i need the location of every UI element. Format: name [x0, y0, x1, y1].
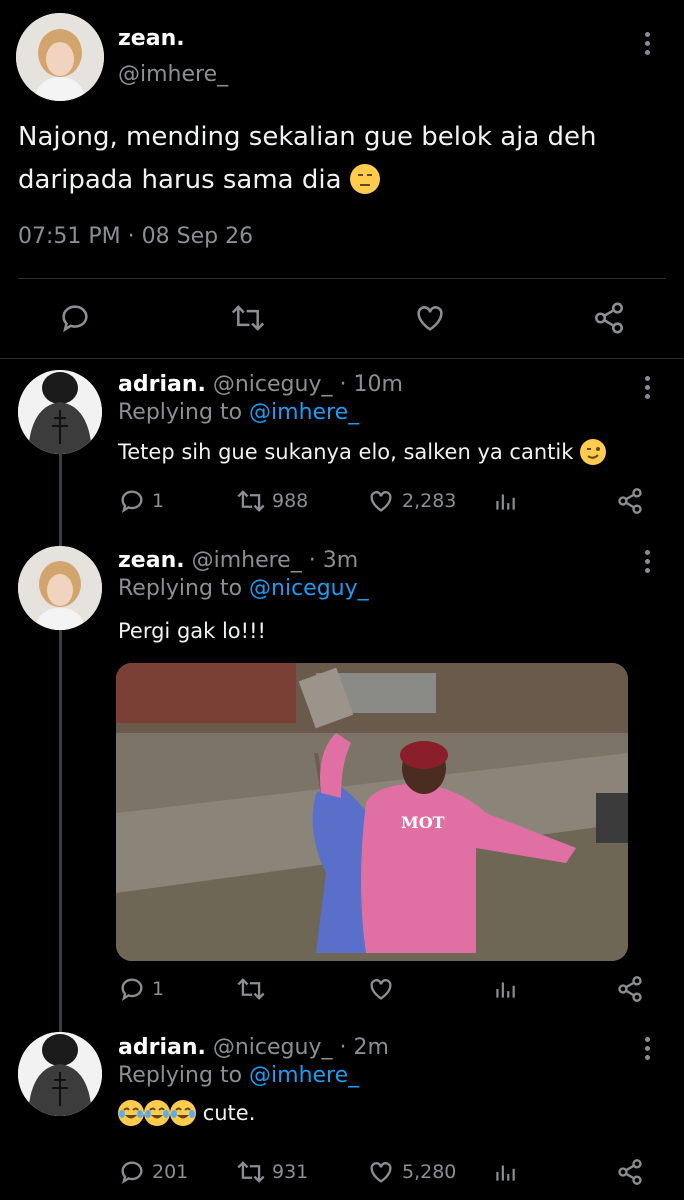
divider: [0, 358, 684, 359]
retweet-icon: [237, 978, 265, 1000]
retweet-button[interactable]: 988: [236, 487, 308, 515]
reply-button[interactable]: 201: [118, 1158, 188, 1186]
more-vertical-icon[interactable]: [644, 376, 650, 399]
reply-action-bar: 1: [118, 975, 658, 1007]
avatar-photo: [16, 13, 104, 101]
more-vertical-icon[interactable]: [644, 550, 650, 573]
svg-text:MOT: MOT: [401, 813, 445, 832]
analytics-icon[interactable]: [492, 975, 518, 1003]
reply-header: adrian. @niceguy_ · 2m: [118, 1035, 389, 1060]
tweet-text-body: Najong, mending sekalian gue belok aja d…: [18, 122, 597, 195]
replying-to: Replying to @imhere_: [118, 1063, 359, 1088]
main-action-bar: [0, 296, 684, 342]
author-name[interactable]: zean.: [118, 548, 185, 573]
replying-to-label: Replying to: [118, 1063, 243, 1088]
reply-text: Tetep sih gue sukanya elo, salken ya can…: [118, 439, 607, 465]
reply-icon: [121, 490, 143, 513]
reply-text: cute.: [118, 1100, 255, 1126]
replying-to-label: Replying to: [118, 400, 243, 425]
tears-of-joy-emoji: [118, 1100, 144, 1126]
divider: [18, 278, 666, 279]
share-icon[interactable]: [616, 975, 644, 1003]
reply-icon: [121, 1161, 143, 1184]
reply-icon[interactable]: [58, 301, 92, 339]
like-button[interactable]: 2,283: [366, 487, 456, 515]
reply-text: Pergi gak lo!!!: [118, 619, 266, 643]
share-icon[interactable]: [592, 301, 626, 339]
author-handle[interactable]: @imhere_: [118, 62, 228, 87]
replying-to-handle[interactable]: @niceguy_: [249, 576, 369, 601]
heart-icon: [370, 1162, 392, 1183]
retweet-icon[interactable]: [230, 301, 266, 339]
reply-icon: [121, 978, 143, 1001]
more-vertical-icon[interactable]: [644, 1037, 650, 1060]
reply-action-bar: 1 988 2,283: [118, 487, 658, 519]
retweet-button[interactable]: [236, 975, 272, 1003]
author-handle-time[interactable]: @imhere_ · 3m: [192, 548, 359, 573]
reply-button[interactable]: 1: [118, 487, 164, 515]
like-button[interactable]: 5,280: [366, 1158, 456, 1186]
like-count: 2,283: [402, 490, 457, 512]
tweet-timestamp: 07:51 PM · 08 Sep 26: [18, 224, 254, 249]
like-count: 5,280: [402, 1161, 457, 1183]
avatar-photo: [18, 546, 102, 630]
retweet-button[interactable]: 931: [236, 1158, 308, 1186]
unamused-face-emoji: [349, 164, 380, 194]
reply-text-body: cute.: [202, 1101, 256, 1125]
thread-line: [59, 452, 62, 1032]
retweet-count: 988: [272, 490, 309, 512]
reply-count: 1: [152, 490, 165, 512]
more-vertical-icon[interactable]: [644, 32, 650, 55]
reply-header: zean. @imhere_ · 3m: [118, 548, 358, 573]
analytics-icon[interactable]: [492, 1158, 518, 1186]
replying-to: Replying to @niceguy_: [118, 576, 369, 601]
avatar[interactable]: [18, 370, 102, 454]
retweet-icon: [237, 1161, 265, 1183]
reply-count: 1: [152, 978, 165, 1000]
reply-button[interactable]: 1: [118, 975, 164, 1003]
replying-to-label: Replying to: [118, 576, 243, 601]
tears-of-joy-emoji: [144, 1100, 170, 1126]
reply-action-bar: 201 931 5,280: [118, 1158, 658, 1190]
replying-to: Replying to @imhere_: [118, 400, 359, 425]
reply-count: 201: [152, 1161, 189, 1183]
tears-of-joy-emoji: [170, 1100, 196, 1126]
author-name[interactable]: adrian.: [118, 1035, 206, 1060]
avatar-photo: [18, 1032, 102, 1116]
heart-icon: [370, 979, 392, 1000]
like-button[interactable]: [366, 975, 402, 1003]
avatar[interactable]: [18, 1032, 102, 1116]
retweet-icon: [237, 490, 265, 512]
avatar-photo: [18, 370, 102, 454]
analytics-icon[interactable]: [492, 487, 518, 515]
reply-header: adrian. @niceguy_ · 10m: [118, 372, 403, 397]
avatar[interactable]: [18, 546, 102, 630]
share-icon[interactable]: [616, 1158, 644, 1186]
author-handle-time[interactable]: @niceguy_ · 10m: [213, 372, 403, 397]
meme-photo: MOT: [116, 663, 628, 961]
share-icon[interactable]: [616, 487, 644, 515]
author-name[interactable]: adrian.: [118, 372, 206, 397]
heart-icon[interactable]: [412, 301, 448, 339]
replying-to-handle[interactable]: @imhere_: [249, 400, 359, 425]
attached-image[interactable]: MOT: [116, 663, 628, 961]
reply-text-body: Tetep sih gue sukanya elo, salken ya can…: [118, 440, 574, 464]
author-handle-time[interactable]: @niceguy_ · 2m: [213, 1035, 389, 1060]
tweet-text: Najong, mending sekalian gue belok aja d…: [18, 116, 658, 202]
retweet-count: 931: [272, 1161, 309, 1183]
heart-icon: [370, 491, 392, 512]
replying-to-handle[interactable]: @imhere_: [249, 1063, 359, 1088]
avatar[interactable]: [16, 13, 104, 101]
author-name[interactable]: zean.: [118, 26, 185, 51]
winking-face-emoji: [580, 439, 607, 465]
